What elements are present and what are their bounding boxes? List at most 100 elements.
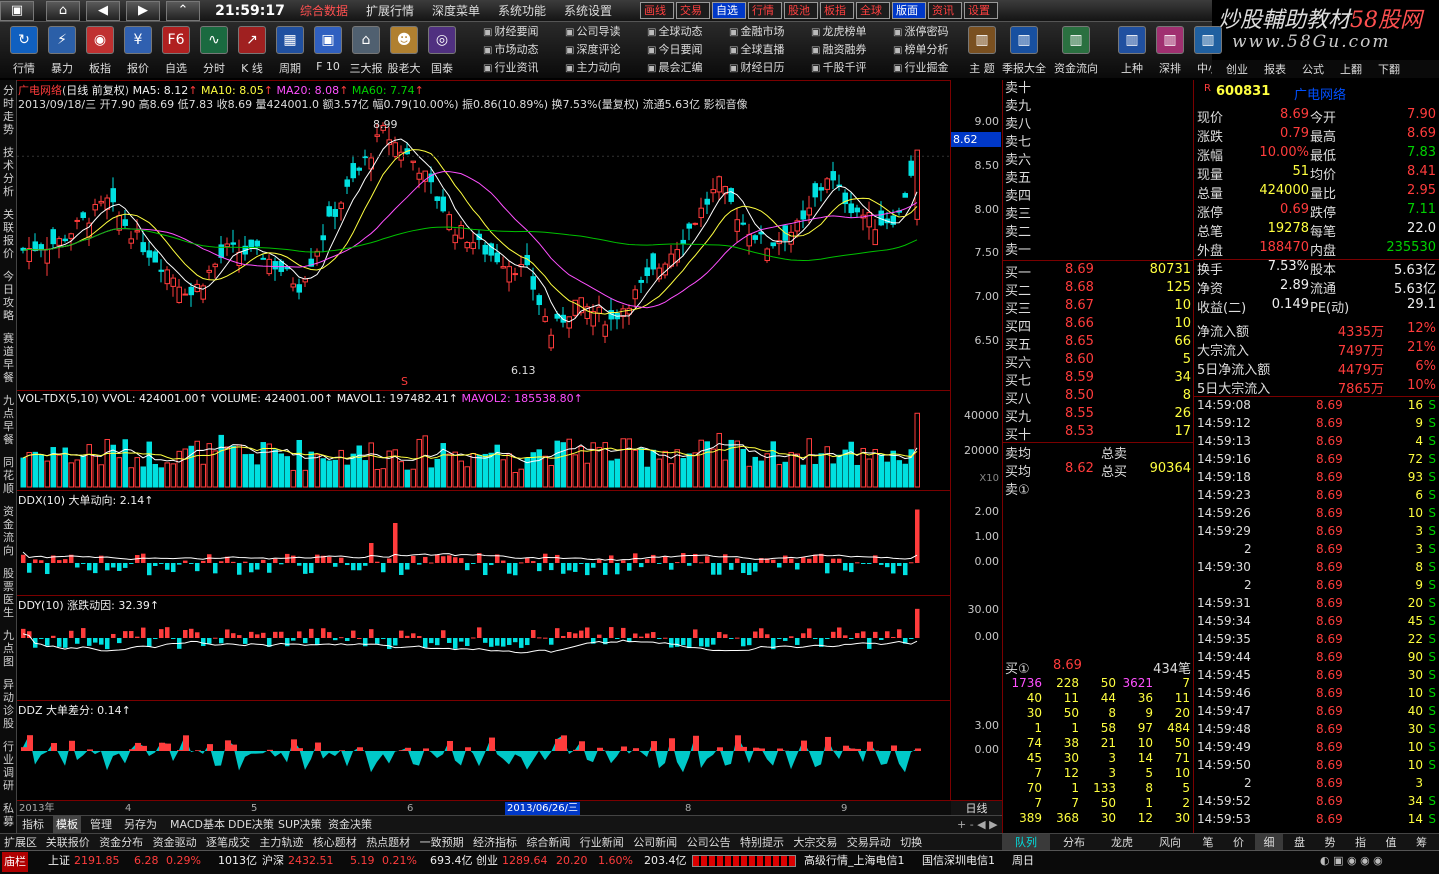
toolbar-button[interactable]: ◉ 板指 xyxy=(81,22,119,78)
side-tab[interactable]: 同花顺 xyxy=(1,456,16,495)
extended-tab[interactable]: 经济指标 xyxy=(473,834,517,851)
extended-tab[interactable]: 逐笔成交 xyxy=(206,834,250,851)
extended-tab[interactable]: 大宗交易 xyxy=(793,834,837,851)
menu-item[interactable]: 综合数据 xyxy=(300,0,348,22)
top-button[interactable]: 自选 xyxy=(712,2,746,19)
quote-tab[interactable]: 盘 xyxy=(1286,834,1314,851)
zoom-controls[interactable]: + - ◀ ▶ xyxy=(957,816,998,833)
menu-item[interactable]: 系统设置 xyxy=(564,0,612,22)
ddz-pane[interactable]: DDZ 大单差分: 0.14↑ xyxy=(17,700,951,800)
quote-tab[interactable]: 筹 xyxy=(1408,834,1436,851)
indicator-tab[interactable]: 模板 xyxy=(53,816,81,833)
menu-icon[interactable]: ▣ xyxy=(0,1,34,21)
indicator-tab[interactable]: 管理 xyxy=(87,816,115,833)
toolbar-button[interactable]: ▥ 主 题 xyxy=(958,22,1006,78)
toolbar-button[interactable]: ⌂ 三大报 xyxy=(347,22,385,78)
toolbar-link[interactable]: 榜单分析 xyxy=(893,41,948,59)
top-button[interactable]: 全球 xyxy=(856,2,890,19)
top-button[interactable]: 设置 xyxy=(964,2,998,19)
toolbar-link[interactable]: 公司导读 xyxy=(565,23,620,41)
extended-tab[interactable]: 关联报价 xyxy=(46,834,90,851)
toolbar-button[interactable]: ▦ 周期 xyxy=(271,22,309,78)
side-tab[interactable]: 分时走势 xyxy=(1,84,16,136)
top-button[interactable]: 资讯 xyxy=(928,2,962,19)
top-button[interactable]: 板指 xyxy=(820,2,854,19)
indicator-tab[interactable]: MACD基本 xyxy=(167,816,228,833)
extended-tab[interactable]: 核心题材 xyxy=(313,834,357,851)
toolbar-link[interactable]: 龙虎榜单 xyxy=(811,23,866,41)
quote-tab[interactable]: 值 xyxy=(1377,834,1405,851)
extended-tab[interactable]: 行业新闻 xyxy=(580,834,624,851)
toolbar-button[interactable]: ◎ 国泰 xyxy=(423,22,461,78)
extended-tab[interactable]: 切换 xyxy=(900,834,922,851)
quote-tab[interactable]: 队列 xyxy=(1002,834,1050,851)
extended-tab[interactable]: 特别提示 xyxy=(740,834,784,851)
toolbar-button[interactable]: ∿ 分时 xyxy=(195,22,233,78)
side-tab[interactable]: 异动诊股 xyxy=(1,678,16,730)
side-tab[interactable]: 九点图 xyxy=(1,629,16,668)
menu-item[interactable]: 系统功能 xyxy=(498,0,546,22)
toolbar-link[interactable]: 财经要闻 xyxy=(483,23,538,41)
collapse-up-icon[interactable]: ⌃ xyxy=(166,1,200,21)
top-button[interactable]: 行情 xyxy=(748,2,782,19)
ddx-pane[interactable]: DDX(10) 大单动向: 2.14↑ xyxy=(17,490,951,595)
extended-tab[interactable]: 交易异动 xyxy=(847,834,891,851)
quote-tab[interactable]: 细 xyxy=(1255,834,1283,851)
home-icon[interactable]: ⌂ xyxy=(46,1,80,21)
quote-tab[interactable]: 价 xyxy=(1225,834,1253,851)
quote-tab[interactable]: 风向 xyxy=(1146,834,1194,851)
status-icons[interactable]: ◐ ▣ ◉ ◉ ◉ xyxy=(1320,851,1383,871)
toolbar-button[interactable]: ▥ 资金流向 xyxy=(1052,22,1100,78)
menu-item[interactable]: 深度菜单 xyxy=(432,0,480,22)
indicator-tab[interactable]: SUP决策 xyxy=(275,816,325,833)
toolbar-button[interactable]: ¥ 报价 xyxy=(119,22,157,78)
side-tab[interactable]: 行业调研 xyxy=(1,740,16,792)
side-tab[interactable]: 赛道早餐 xyxy=(1,332,16,384)
top-button[interactable]: 版面 xyxy=(892,2,926,19)
side-tab[interactable]: 关联报价 xyxy=(1,208,16,260)
toolbar-link[interactable]: 千股千评 xyxy=(811,59,866,77)
side-tab[interactable]: 技术分析 xyxy=(1,146,16,198)
extended-tab[interactable]: 公司新闻 xyxy=(633,834,677,851)
toolbar-button[interactable]: ☻ 股老大 xyxy=(385,22,423,78)
toolbar-link[interactable]: 市场动态 xyxy=(483,41,538,59)
toolbar-label[interactable]: 公式 xyxy=(1302,61,1324,77)
side-tab[interactable]: 股票医生 xyxy=(1,567,16,619)
toolbar-label[interactable]: 上翻 xyxy=(1340,61,1362,77)
indicator-tab[interactable]: 资金决策 xyxy=(325,816,375,833)
extended-tab[interactable]: 一致预期 xyxy=(420,834,464,851)
quote-tab[interactable]: 龙虎 xyxy=(1098,834,1146,851)
quote-tab[interactable]: 势 xyxy=(1316,834,1344,851)
extended-tab[interactable]: 资金分布 xyxy=(99,834,143,851)
side-tab[interactable]: 九点早餐 xyxy=(1,394,16,446)
menu-item[interactable]: 扩展行情 xyxy=(366,0,414,22)
ddy-pane[interactable]: DDY(10) 涨跌动因: 32.39↑ xyxy=(17,595,951,700)
toolbar-label[interactable]: 下翻 xyxy=(1378,61,1400,77)
volume-pane[interactable]: VOL-TDX(5,10) VVOL: 424001.00↑ VOLUME: 4… xyxy=(17,390,951,490)
kline-pane[interactable]: 广电网络(日线 前复权) MA5: 8.12↑ MA10: 8.05↑ MA20… xyxy=(17,80,951,390)
indicator-tab[interactable]: DDE决策 xyxy=(225,816,277,833)
toolbar-link[interactable]: 金融市场 xyxy=(729,23,784,41)
toolbar-link[interactable]: 行业资讯 xyxy=(483,59,538,77)
indicator-tab[interactable]: 指标 xyxy=(19,816,47,833)
forward-arrow-icon[interactable]: ▶ xyxy=(126,1,160,21)
toolbar-label[interactable]: 报表 xyxy=(1264,61,1286,77)
toolbar-link[interactable]: 行业掘金 xyxy=(893,59,948,77)
toolbar-label[interactable]: 创业 xyxy=(1226,61,1248,77)
toolbar-link[interactable]: 财经日历 xyxy=(729,59,784,77)
toolbar-link[interactable]: 深度评论 xyxy=(565,41,620,59)
toolbar-link[interactable]: 今日要闻 xyxy=(647,41,702,59)
toolbar-link[interactable]: 全球直播 xyxy=(729,41,784,59)
toolbar-link[interactable]: 涨停密码 xyxy=(893,23,948,41)
back-arrow-icon[interactable]: ◀ xyxy=(86,1,120,21)
side-tab[interactable]: 今日攻略 xyxy=(1,270,16,322)
indicator-tab[interactable]: 另存为 xyxy=(121,816,160,833)
quote-tab[interactable]: 分布 xyxy=(1050,834,1098,851)
side-tab[interactable]: 资金流向 xyxy=(1,505,16,557)
toolbar-button[interactable]: ↻ 行情 xyxy=(5,22,43,78)
extended-tab[interactable]: 公司公告 xyxy=(687,834,731,851)
toolbar-link[interactable]: 晨会汇编 xyxy=(647,59,702,77)
toolbar-link[interactable]: 全球动态 xyxy=(647,23,702,41)
quote-tab[interactable]: 笔 xyxy=(1194,834,1222,851)
extended-tab[interactable]: 热点题材 xyxy=(366,834,410,851)
